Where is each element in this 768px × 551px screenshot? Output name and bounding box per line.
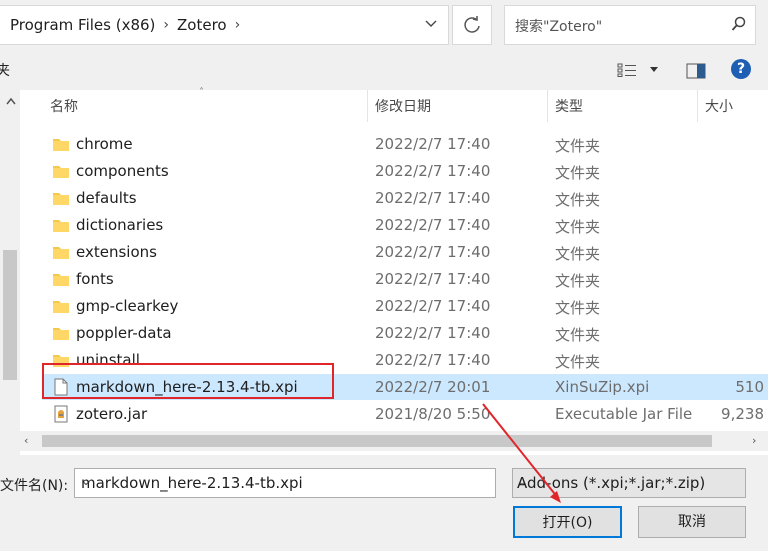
file-name: zotero.jar [76, 405, 148, 423]
file-row[interactable]: fonts 2022/2/7 17:40 文件夹 [42, 266, 768, 292]
file-date: 2021/8/20 5:50 [375, 405, 491, 423]
new-folder-button-fragment[interactable]: 夹 [0, 60, 10, 80]
file-type: 文件夹 [555, 191, 601, 209]
file-row[interactable]: zotero.jar 2021/8/20 5:50 Executable Jar F… [42, 401, 768, 427]
folder-icon [53, 166, 69, 178]
file-row[interactable]: dictionaries 2022/2/7 17:40 文件夹 [42, 212, 768, 238]
jar-file-icon [54, 405, 68, 423]
file-date: 2022/2/7 17:40 [375, 162, 491, 180]
file-date: 2022/2/7 17:40 [375, 135, 491, 153]
file-type: 文件夹 [555, 164, 601, 182]
filetype-select[interactable]: Add-ons (*.xpi;*.jar;*.zip) ⌄ [512, 468, 746, 498]
file-name: defaults [76, 189, 137, 207]
address-bar[interactable]: Program Files (x86) › Zotero › [0, 5, 449, 45]
view-details-icon[interactable] [617, 63, 637, 77]
folder-icon [53, 220, 69, 232]
horizontal-scrollbar-thumb[interactable] [42, 435, 712, 447]
help-icon[interactable]: ? [731, 59, 751, 79]
refresh-icon [464, 16, 480, 33]
column-header-type[interactable]: 类型 [555, 96, 583, 116]
file-row[interactable]: components 2022/2/7 17:40 文件夹 [42, 158, 768, 184]
file-type: XinSuZip.xpi [555, 378, 650, 396]
breadcrumb-zotero[interactable]: Zotero [177, 16, 227, 34]
filename-field[interactable]: markdown_here-2.13.4-tb.xpi ⌄ [74, 468, 496, 498]
file-date: 2022/2/7 17:40 [375, 270, 491, 288]
chevron-down-icon[interactable] [424, 16, 438, 30]
file-name: poppler-data [76, 324, 172, 342]
folder-icon [53, 328, 69, 340]
file-date: 2022/2/7 17:40 [375, 324, 491, 342]
scroll-right-icon[interactable]: › [752, 434, 756, 447]
folder-icon [53, 193, 69, 205]
file-date: 2022/2/7 17:40 [375, 351, 491, 369]
breadcrumb-separator-icon[interactable]: › [235, 17, 241, 33]
file-date: 2022/2/7 17:40 [375, 297, 491, 315]
scroll-up-icon[interactable] [5, 96, 17, 106]
file-row[interactable]: poppler-data 2022/2/7 17:40 文件夹 [42, 320, 768, 346]
refresh-button[interactable] [452, 5, 492, 45]
search-input[interactable]: 搜索"Zotero" [515, 16, 602, 36]
file-date: 2022/2/7 20:01 [375, 378, 491, 396]
breadcrumb-program-files[interactable]: Program Files (x86) [10, 16, 155, 34]
scroll-left-icon[interactable]: ‹ [24, 434, 28, 447]
file-type: 文件夹 [555, 353, 601, 371]
file-date: 2022/2/7 17:40 [375, 243, 491, 261]
folder-icon [53, 301, 69, 313]
file-row[interactable]: extensions 2022/2/7 17:40 文件夹 [42, 239, 768, 265]
file-name: gmp-clearkey [76, 297, 179, 315]
file-name: dictionaries [76, 216, 164, 234]
folder-icon [53, 139, 69, 151]
folder-icon [53, 247, 69, 259]
file-type: 文件夹 [555, 299, 601, 317]
file-size: 510 [735, 378, 764, 396]
file-row[interactable]: gmp-clearkey 2022/2/7 17:40 文件夹 [42, 293, 768, 319]
file-row[interactable]: defaults 2022/2/7 17:40 文件夹 [42, 185, 768, 211]
file-row[interactable]: chrome 2022/2/7 17:40 文件夹 [42, 131, 768, 157]
file-date: 2022/2/7 17:40 [375, 189, 491, 207]
file-type: 文件夹 [555, 245, 601, 263]
column-divider[interactable] [697, 90, 698, 122]
column-header-name[interactable]: 名称 [50, 96, 78, 116]
chevron-down-icon[interactable]: ⌄ [517, 474, 739, 488]
file-name: fonts [76, 270, 114, 288]
file-type: 文件夹 [555, 137, 601, 155]
column-header-date[interactable]: 修改日期 [375, 96, 431, 116]
breadcrumb-separator-icon[interactable]: › [163, 17, 169, 33]
highlight-box [42, 363, 334, 399]
file-type: 文件夹 [555, 272, 601, 290]
folder-icon [53, 274, 69, 286]
cancel-button[interactable]: 取消 [638, 506, 746, 538]
file-size: 9,238 [721, 405, 764, 423]
filename-label: 文件名(N): [0, 478, 69, 494]
file-type: 文件夹 [555, 218, 601, 236]
preview-pane-icon[interactable] [686, 63, 706, 79]
file-name: chrome [76, 135, 133, 153]
column-header-size[interactable]: 大小 [705, 96, 733, 116]
file-name: extensions [76, 243, 157, 261]
chevron-down-icon[interactable]: ⌄ [81, 474, 489, 488]
file-date: 2022/2/7 17:40 [375, 216, 491, 234]
column-divider[interactable] [367, 90, 368, 122]
file-type: 文件夹 [555, 326, 601, 344]
search-icon[interactable] [731, 16, 747, 32]
file-type: Executable Jar File [555, 405, 693, 423]
open-button[interactable]: 打开(O) [513, 506, 622, 538]
file-name: components [76, 162, 169, 180]
view-dropdown-icon[interactable] [649, 66, 659, 74]
vertical-scrollbar-thumb[interactable] [3, 250, 17, 380]
search-box[interactable]: 搜索"Zotero" [504, 5, 756, 45]
sort-ascending-icon: ˄ [199, 87, 204, 98]
column-divider[interactable] [547, 90, 548, 122]
